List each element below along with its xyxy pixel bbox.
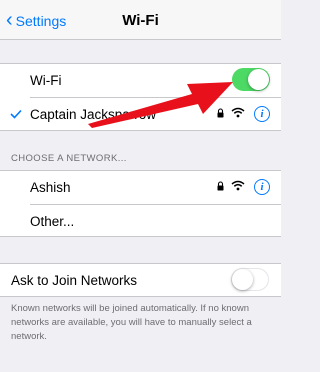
- red-arrow-annotation: [88, 82, 233, 128]
- navigation-bar: ‹ Settings Wi-Fi: [0, 0, 281, 40]
- choose-network-header: CHOOSE A NETWORK...: [11, 153, 127, 164]
- info-icon[interactable]: i: [254, 179, 270, 195]
- network-row-ashish[interactable]: Ashish i: [0, 171, 281, 204]
- other-network-row[interactable]: Other...: [0, 205, 281, 238]
- toggle-knob: [248, 69, 269, 90]
- ask-join-row: Ask to Join Networks: [0, 264, 281, 297]
- toggle-knob: [232, 269, 253, 290]
- page-title: Wi-Fi: [122, 12, 159, 29]
- info-icon[interactable]: i: [254, 106, 270, 122]
- ask-join-label: Ask to Join Networks: [11, 273, 138, 288]
- ask-join-group: Ask to Join Networks: [0, 263, 281, 297]
- wifi-label: Wi-Fi: [30, 73, 62, 88]
- other-network-label: Other...: [30, 214, 75, 229]
- networks-group: Ashish i Other...: [0, 170, 281, 237]
- ask-join-toggle[interactable]: [231, 268, 269, 291]
- ask-join-footer: Known networks will be joined automatica…: [11, 303, 252, 342]
- wifi-icon: [231, 180, 245, 191]
- lock-icon: [217, 181, 224, 191]
- checkmark-icon: [10, 109, 22, 119]
- network-name: Ashish: [30, 180, 71, 195]
